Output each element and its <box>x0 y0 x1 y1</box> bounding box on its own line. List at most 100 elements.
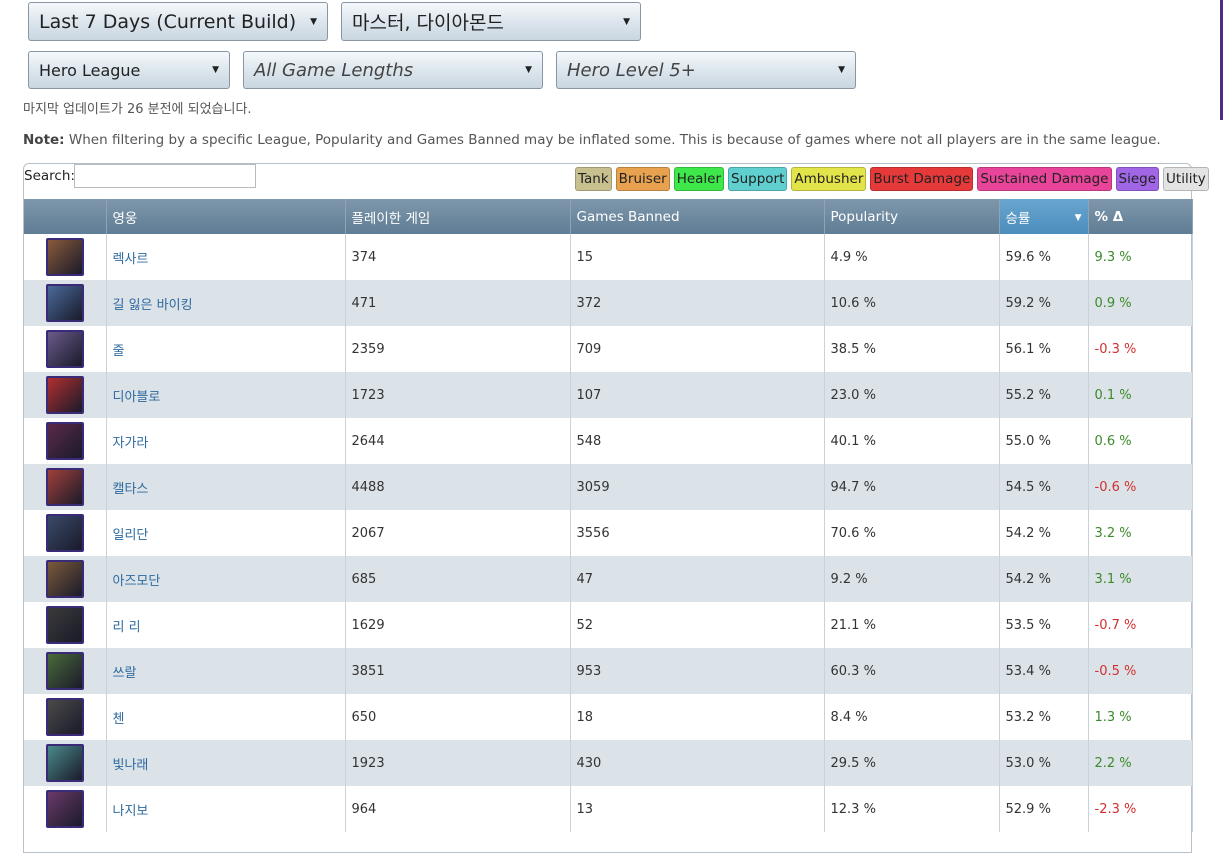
rexxar-portrait-icon[interactable] <box>45 238 84 276</box>
win-rate-value: 56.1 % <box>999 326 1089 372</box>
games-played-value: 471 <box>345 280 571 326</box>
hero-level-select[interactable]: Hero Level 5+ ▼ <box>556 51 856 89</box>
build-select[interactable]: Last 7 Days (Current Build) ▼ <box>28 2 328 41</box>
table-row[interactable]: 디아블로 1723 107 23.0 % 55.2 % 0.1 % <box>24 372 1193 418</box>
portrait-cell <box>24 464 107 510</box>
table-row[interactable]: 캘타스 4488 3059 94.7 % 54.5 % -0.6 % <box>24 464 1193 510</box>
hero-name[interactable]: 길 잃은 바이킹 <box>106 280 346 326</box>
portrait-column-header <box>24 199 107 234</box>
chevron-down-icon: ▼ <box>310 16 317 27</box>
games-played-value: 1923 <box>345 740 571 786</box>
hero-name[interactable]: 일리단 <box>106 510 346 556</box>
games-played-value: 374 <box>345 234 571 280</box>
popularity-value: 70.6 % <box>824 510 1000 556</box>
note-body: When filtering by a specific League, Pop… <box>64 132 1161 148</box>
lost-vikings-portrait-icon[interactable] <box>45 284 84 322</box>
win-rate-value: 52.9 % <box>999 786 1089 832</box>
hero-name[interactable]: 첸 <box>106 694 346 740</box>
hero-name[interactable]: 캘타스 <box>106 464 346 510</box>
delta-value: 0.1 % <box>1088 372 1193 418</box>
azmodan-portrait-icon[interactable] <box>45 560 84 598</box>
hero-stats-table: 영웅 플레이한 게임 Games Banned Popularity 승률 ▼ %… <box>24 199 1193 832</box>
games-banned-value: 548 <box>570 418 825 464</box>
win-rate-value: 54.5 % <box>999 464 1089 510</box>
role-filter-ambusher[interactable]: Ambusher <box>791 167 867 191</box>
portrait-cell <box>24 648 107 694</box>
games-played-value: 4488 <box>345 464 571 510</box>
role-filter-support[interactable]: Support <box>728 167 788 191</box>
table-row[interactable]: 나지보 964 13 12.3 % 52.9 % -2.3 % <box>24 786 1193 832</box>
search-input[interactable] <box>74 164 256 188</box>
brightwing-portrait-icon[interactable] <box>45 744 84 782</box>
delta-value: 3.1 % <box>1088 556 1193 602</box>
games-banned-value: 953 <box>570 648 825 694</box>
games-banned-value: 15 <box>570 234 825 280</box>
delta-value: 9.3 % <box>1088 234 1193 280</box>
role-filter-utility[interactable]: Utility <box>1163 167 1209 191</box>
role-filter-healer[interactable]: Healer <box>673 167 725 191</box>
chevron-down-icon: ▼ <box>623 16 630 27</box>
kelthuzad-portrait-icon[interactable] <box>45 330 84 368</box>
lili-portrait-icon[interactable] <box>45 606 84 644</box>
table-row[interactable]: 빛나래 1923 430 29.5 % 53.0 % 2.2 % <box>24 740 1193 786</box>
chen-portrait-icon[interactable] <box>45 698 84 736</box>
games-banned-column-header[interactable]: Games Banned <box>570 199 825 234</box>
games-played-value: 2359 <box>345 326 571 372</box>
hero-name[interactable]: 빛나래 <box>106 740 346 786</box>
diablo-portrait-icon[interactable] <box>45 376 84 414</box>
table-row[interactable]: 렉사르 374 15 4.9 % 59.6 % 9.3 % <box>24 234 1193 280</box>
role-filter-bruiser[interactable]: Bruiser <box>615 167 670 191</box>
table-row[interactable]: 아즈모단 685 47 9.2 % 54.2 % 3.1 % <box>24 556 1193 602</box>
games-banned-value: 709 <box>570 326 825 372</box>
portrait-cell <box>24 602 107 648</box>
games-played-column-header[interactable]: 플레이한 게임 <box>345 199 571 234</box>
table-row[interactable]: 쓰랄 3851 953 60.3 % 53.4 % -0.5 % <box>24 648 1193 694</box>
hero-name[interactable]: 디아블로 <box>106 372 346 418</box>
nazeebo-portrait-icon[interactable] <box>45 790 84 828</box>
hero-name[interactable]: 리 리 <box>106 602 346 648</box>
hero-column-header[interactable]: 영웅 <box>106 199 346 234</box>
hero-name[interactable]: 쓰랄 <box>106 648 346 694</box>
table-row[interactable]: 자가라 2644 548 40.1 % 55.0 % 0.6 % <box>24 418 1193 464</box>
table-row[interactable]: 길 잃은 바이킹 471 372 10.6 % 59.2 % 0.9 % <box>24 280 1193 326</box>
role-filter-tank[interactable]: Tank <box>575 167 612 191</box>
games-played-value: 2067 <box>345 510 571 556</box>
role-filter-sustained-damage[interactable]: Sustained Damage <box>977 167 1112 191</box>
popularity-value: 10.6 % <box>824 280 1000 326</box>
hero-level-select-value: Hero Level 5+ <box>567 59 696 81</box>
table-row[interactable]: 첸 650 18 8.4 % 53.2 % 1.3 % <box>24 694 1193 740</box>
league-rank-select-value: 마스터, 다이아몬드 <box>352 12 504 34</box>
role-filter-siege[interactable]: Siege <box>1115 167 1160 191</box>
games-played-value: 964 <box>345 786 571 832</box>
popularity-column-header[interactable]: Popularity <box>824 199 1000 234</box>
hero-name[interactable]: 렉사르 <box>106 234 346 280</box>
chevron-down-icon: ▼ <box>838 65 845 75</box>
delta-value: 1.3 % <box>1088 694 1193 740</box>
game-mode-select[interactable]: Hero League ▼ <box>28 51 230 89</box>
zagara-portrait-icon[interactable] <box>45 422 84 460</box>
league-rank-select[interactable]: 마스터, 다이아몬드 ▼ <box>341 2 641 41</box>
role-filter-burst-damage[interactable]: Burst Damage <box>870 167 974 191</box>
win-rate-value: 53.0 % <box>999 740 1089 786</box>
delta-value: -0.6 % <box>1088 464 1193 510</box>
win-rate-value: 53.5 % <box>999 602 1089 648</box>
sort-desc-icon: ▼ <box>1074 212 1082 223</box>
game-mode-select-value: Hero League <box>39 60 141 80</box>
hero-name[interactable]: 줄 <box>106 326 346 372</box>
kaelthas-portrait-icon[interactable] <box>45 468 84 506</box>
illidan-portrait-icon[interactable] <box>45 514 84 552</box>
delta-value: 0.9 % <box>1088 280 1193 326</box>
hero-name[interactable]: 자가라 <box>106 418 346 464</box>
hero-name[interactable]: 아즈모단 <box>106 556 346 602</box>
win-rate-value: 54.2 % <box>999 510 1089 556</box>
thrall-portrait-icon[interactable] <box>45 652 84 690</box>
popularity-value: 4.9 % <box>824 234 1000 280</box>
table-row[interactable]: 리 리 1629 52 21.1 % 53.5 % -0.7 % <box>24 602 1193 648</box>
hero-name[interactable]: 나지보 <box>106 786 346 832</box>
delta-value: 2.2 % <box>1088 740 1193 786</box>
win-rate-column-header[interactable]: 승률 ▼ <box>999 199 1089 234</box>
game-length-select[interactable]: All Game Lengths ▼ <box>243 51 543 89</box>
table-row[interactable]: 일리단 2067 3556 70.6 % 54.2 % 3.2 % <box>24 510 1193 556</box>
delta-column-header[interactable]: % Δ <box>1088 199 1193 234</box>
table-row[interactable]: 줄 2359 709 38.5 % 56.1 % -0.3 % <box>24 326 1193 372</box>
